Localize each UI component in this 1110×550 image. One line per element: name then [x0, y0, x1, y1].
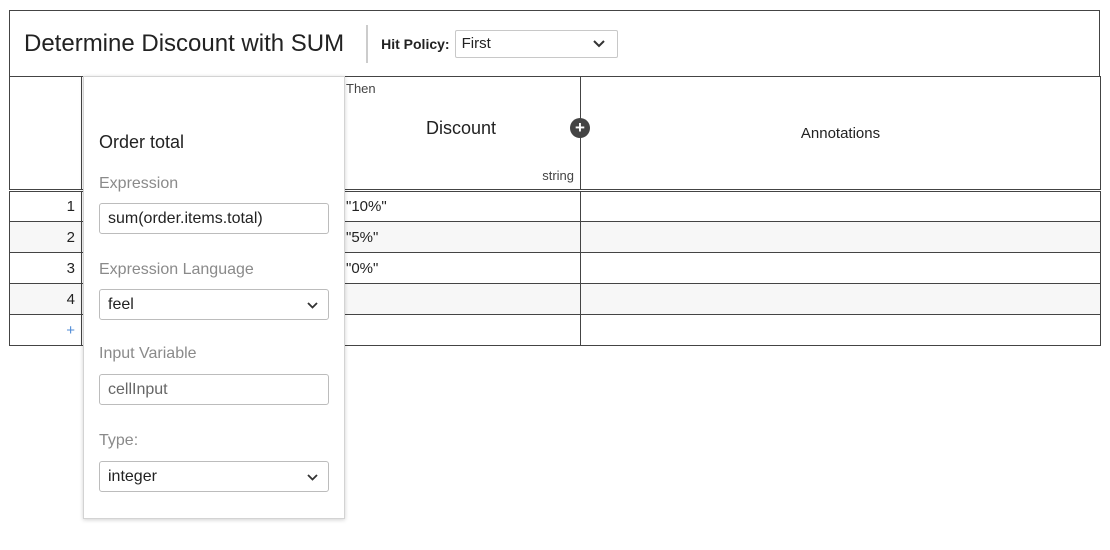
input-expression-popup: Order total Expression sum(order.items.t… [83, 76, 345, 519]
expression-language-label: Expression Language [99, 261, 254, 278]
type-value: integer [108, 467, 157, 485]
annotation-cell[interactable] [580, 283, 1101, 315]
output-cell[interactable] [341, 283, 581, 315]
output-cell[interactable]: "10%" [341, 190, 581, 222]
annotation-cell[interactable] [580, 221, 1101, 253]
expression-language-value: feel [108, 295, 134, 313]
output-cell[interactable]: "5%" [341, 221, 581, 253]
chevron-down-icon [307, 296, 318, 314]
empty-cell [341, 314, 581, 346]
output-column-type[interactable]: string [542, 168, 574, 183]
then-label: Then [346, 81, 376, 96]
header-divider [366, 24, 369, 63]
expression-label: Expression [99, 175, 179, 192]
decision-title[interactable]: Determine Discount with SUM [24, 30, 344, 58]
row-index: 3 [9, 252, 82, 284]
hit-policy-value: First [461, 35, 491, 52]
index-header-cell [9, 76, 82, 192]
row-index: 1 [9, 190, 82, 222]
hit-policy-label: Hit Policy: [381, 35, 450, 52]
chevron-down-icon [592, 37, 605, 51]
input-label-field[interactable]: Order total [99, 132, 184, 153]
input-variable-field[interactable]: cellInput [99, 374, 329, 405]
hit-policy-select[interactable]: First [454, 29, 618, 58]
expression-language-select[interactable]: feel [99, 289, 329, 320]
output-column-name[interactable]: Discount [342, 118, 580, 139]
expression-input[interactable]: sum(order.items.total) [99, 203, 329, 234]
type-label: Type: [99, 432, 139, 449]
input-variable-label: Input Variable [99, 345, 197, 362]
annotations-header-cell[interactable]: Annotations [580, 76, 1101, 192]
chevron-down-icon [307, 468, 318, 486]
empty-cell [580, 314, 1101, 346]
row-index: 2 [9, 221, 82, 253]
row-index: 4 [9, 283, 82, 315]
annotation-cell[interactable] [580, 252, 1101, 284]
annotation-cell[interactable] [580, 190, 1101, 222]
decision-header: Determine Discount with SUM Hit Policy: … [9, 10, 1100, 76]
output-cell[interactable]: "0%" [341, 252, 581, 284]
add-rule-button[interactable]: + [9, 314, 82, 346]
type-select[interactable]: integer [99, 461, 329, 492]
output-header-cell[interactable]: Then Discount string + [341, 76, 590, 192]
